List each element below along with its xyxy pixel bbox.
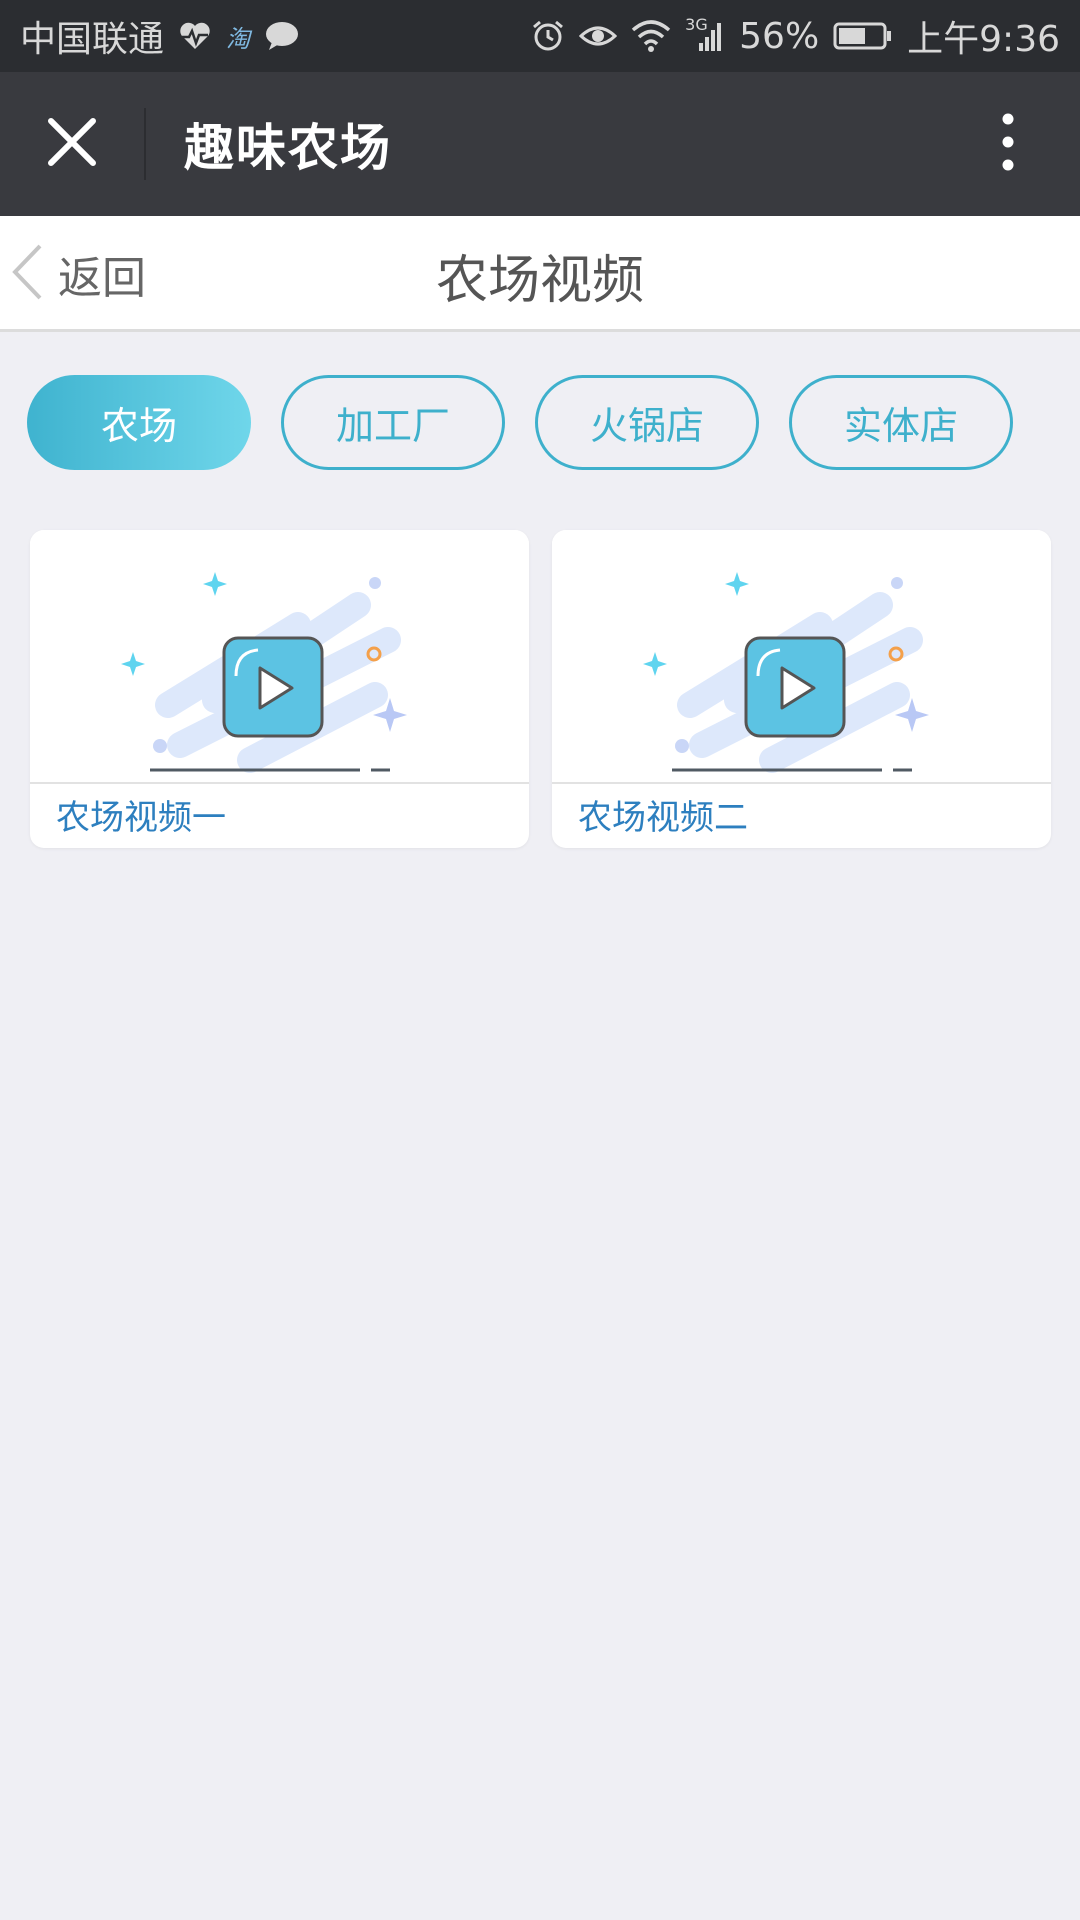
card-divider — [30, 782, 529, 784]
video-card[interactable]: 农场视频一 — [30, 530, 529, 848]
carrier-label: 中国联通 — [20, 19, 165, 60]
battery-percent: 56% — [739, 15, 820, 57]
video-title[interactable]: 农场视频二 — [578, 790, 748, 839]
alarm-icon — [531, 19, 565, 53]
title-divider — [144, 108, 146, 180]
video-play-illustration-icon — [121, 572, 407, 773]
card-divider — [552, 782, 1051, 784]
title-bar: 趣味农场 — [0, 72, 1080, 216]
video-play-illustration-icon — [643, 572, 929, 773]
nav-bar: 返回 农场视频 — [0, 216, 1080, 332]
status-bar: 中国联通 淘 3G 56% 上午9:36 — [0, 0, 1080, 72]
taobao-icon: 淘 — [226, 24, 251, 53]
eye-icon — [579, 22, 618, 50]
battery-icon — [833, 21, 893, 51]
heart-rate-icon — [178, 21, 212, 51]
more-vertical-icon — [1001, 112, 1015, 176]
close-button[interactable] — [0, 72, 144, 216]
clock: 上午9:36 — [907, 19, 1060, 60]
category-tabs: 农场 加工厂 火锅店 实体店 — [27, 375, 1013, 470]
status-right: 3G 56% 上午9:36 — [531, 10, 1060, 62]
app-title: 趣味农场 — [184, 119, 392, 177]
video-card[interactable]: 农场视频二 — [552, 530, 1051, 848]
tab-physical-store[interactable]: 实体店 — [789, 375, 1013, 470]
page-title: 农场视频 — [435, 251, 644, 311]
tab-hotpot-store[interactable]: 火锅店 — [535, 375, 759, 470]
close-icon — [47, 117, 97, 171]
video-thumbnail[interactable] — [552, 530, 1051, 782]
tab-farm[interactable]: 农场 — [27, 375, 251, 470]
status-left: 中国联通 淘 — [20, 10, 300, 62]
video-title[interactable]: 农场视频一 — [56, 790, 226, 839]
chat-bubble-icon — [264, 20, 300, 52]
signal-icon: 3G — [685, 15, 725, 53]
network-type-label: 3G — [685, 15, 708, 34]
wifi-icon — [631, 20, 671, 52]
more-button[interactable] — [936, 72, 1080, 216]
tab-factory[interactable]: 加工厂 — [281, 375, 505, 470]
video-thumbnail[interactable] — [30, 530, 529, 782]
